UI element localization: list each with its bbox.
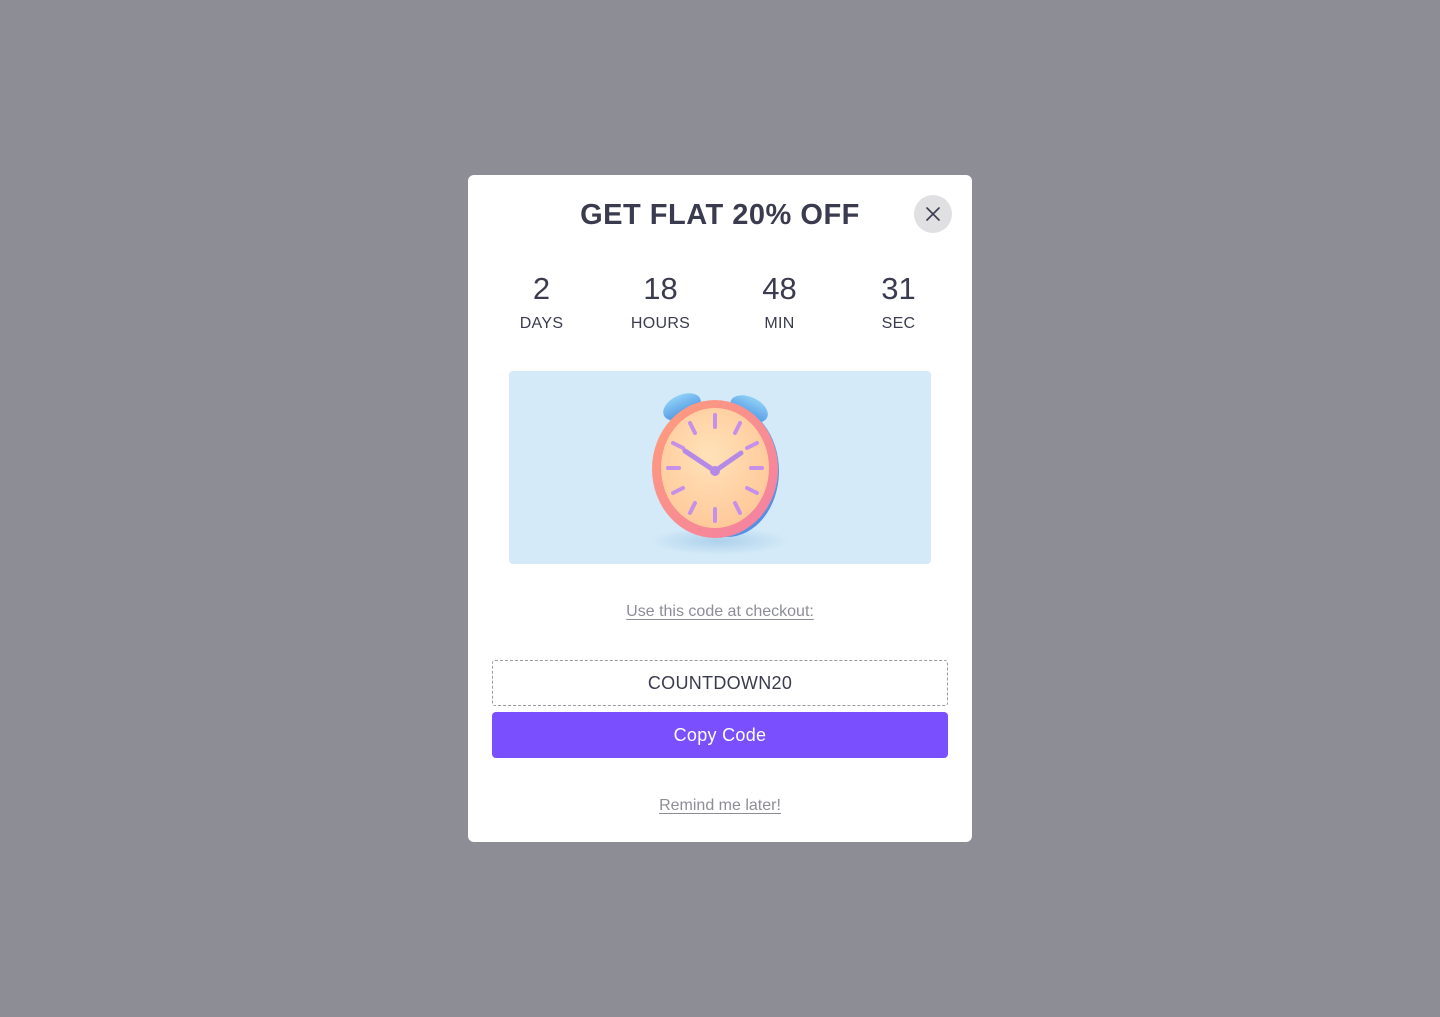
hero-image [509,371,931,564]
countdown-minutes-label: MIN [764,315,795,332]
modal-title: GET FLAT 20% OFF [580,199,860,231]
countdown-days-value: 2 [532,271,551,306]
countdown-seconds: 31 SEC [839,271,958,333]
countdown-hours-value: 18 [643,271,678,306]
countdown-timer: 2 DAYS 18 HOURS 48 MIN 31 SEC [482,271,958,333]
discount-modal: GET FLAT 20% OFF 2 DAYS 18 HOURS 48 MIN … [468,175,972,842]
countdown-days-label: DAYS [519,315,564,332]
copy-code-button[interactable]: Copy Code [492,712,948,758]
countdown-seconds-value: 31 [881,271,916,306]
countdown-minutes-value: 48 [762,271,797,306]
alarm-clock-icon [509,393,931,564]
countdown-days: 2 DAYS [482,271,601,333]
remind-me-later-link[interactable]: Remind me later! [468,797,972,815]
checkout-instruction: Use this code at checkout: [626,603,814,620]
coupon-code: COUNTDOWN20 [647,672,793,693]
countdown-hours-label: HOURS [630,315,691,332]
close-button[interactable] [914,195,952,233]
close-icon [926,207,940,221]
countdown-minutes: 48 MIN [720,271,839,333]
countdown-hours: 18 HOURS [601,271,720,333]
countdown-seconds-label: SEC [881,315,916,332]
coupon-code-box[interactable]: COUNTDOWN20 [492,660,948,706]
